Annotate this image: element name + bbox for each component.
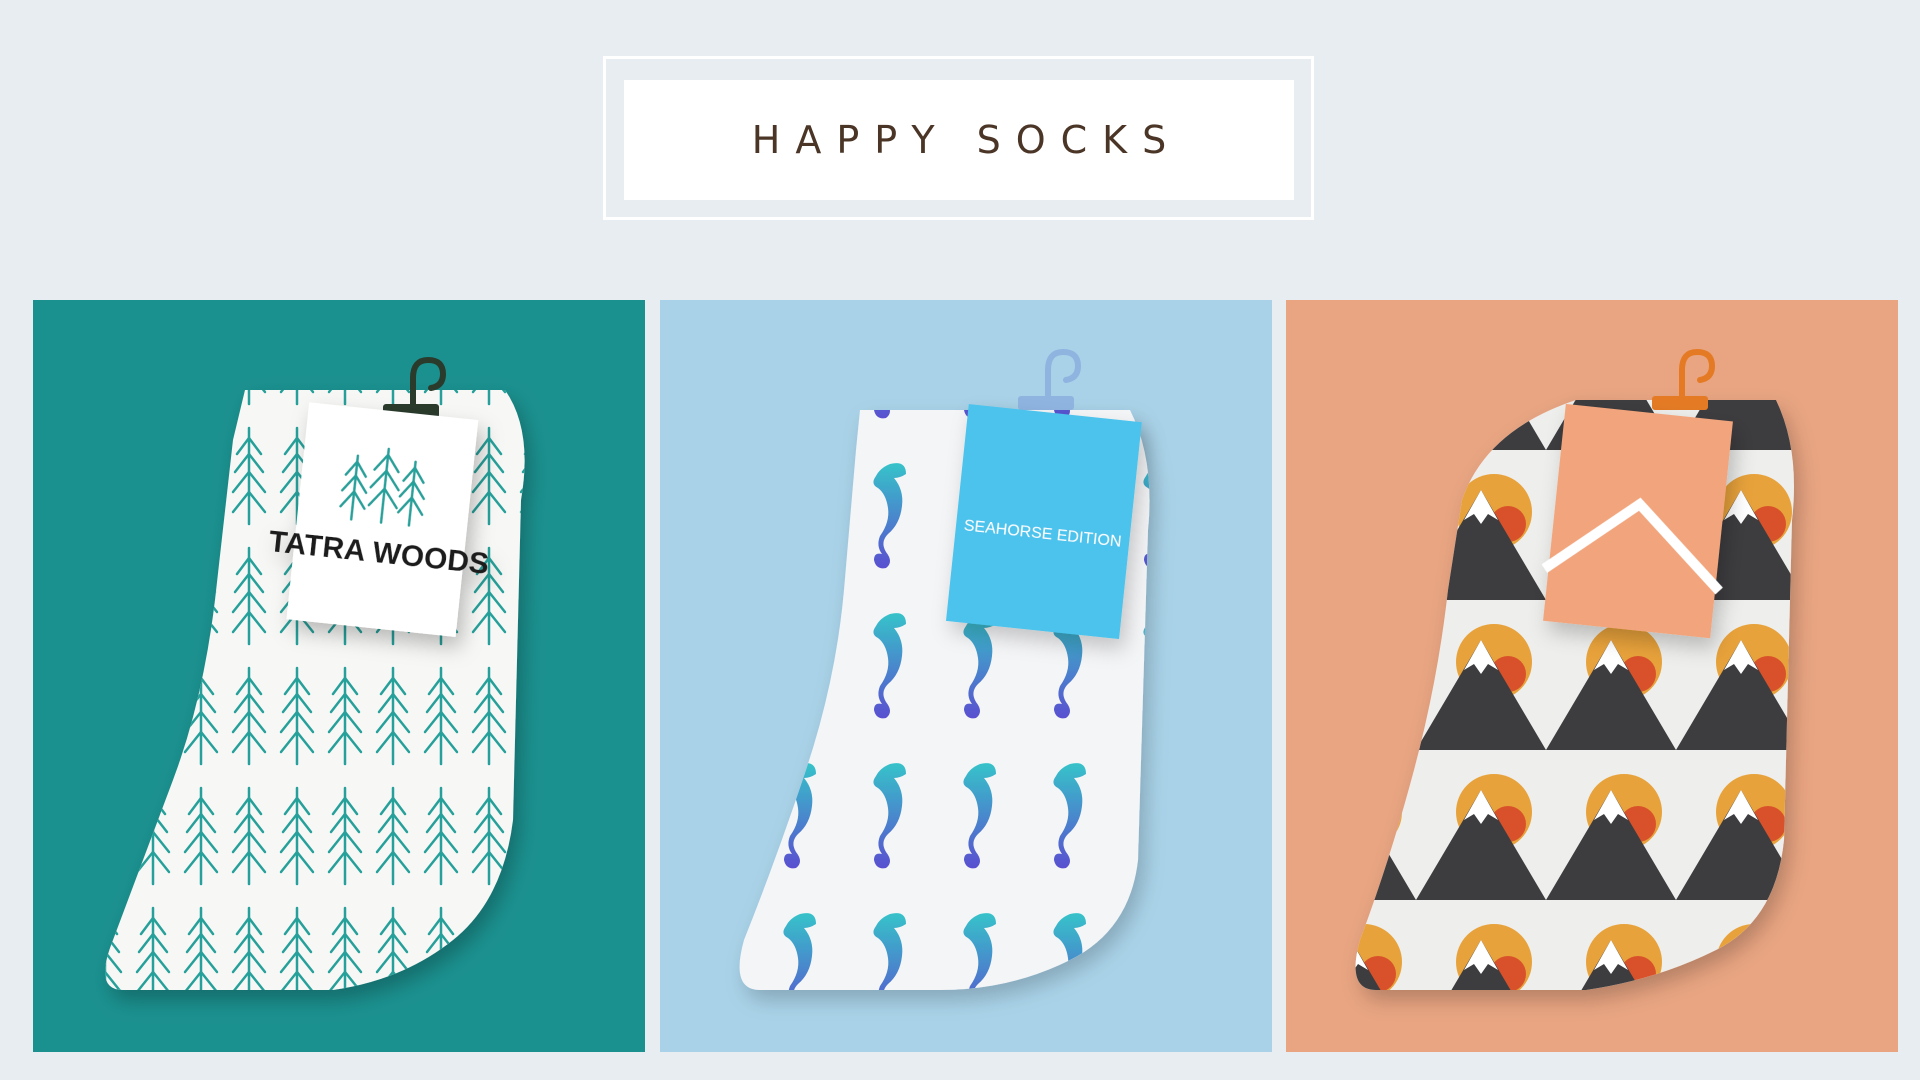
- product-card-mountains[interactable]: [1286, 300, 1898, 1052]
- product-image-seahorse-edition: SEAHORSE EDITION: [660, 300, 1272, 1052]
- title-box: HAPPY SOCKS: [624, 80, 1294, 200]
- product-image-tatra-woods: TATRA WOODS: [33, 300, 645, 1052]
- tag-mountains: [1541, 403, 1733, 639]
- tag-seahorse-edition: SEAHORSE EDITION: [945, 404, 1142, 640]
- product-card-tatra-woods[interactable]: TATRA WOODS: [33, 300, 645, 1052]
- product-card-seahorse-edition[interactable]: SEAHORSE EDITION: [660, 300, 1272, 1052]
- product-image-mountains: [1286, 300, 1898, 1052]
- page: HAPPY SOCKS TATRA WOODS SEAHORSE EDITION: [0, 0, 1920, 1080]
- page-title: HAPPY SOCKS: [751, 118, 1182, 162]
